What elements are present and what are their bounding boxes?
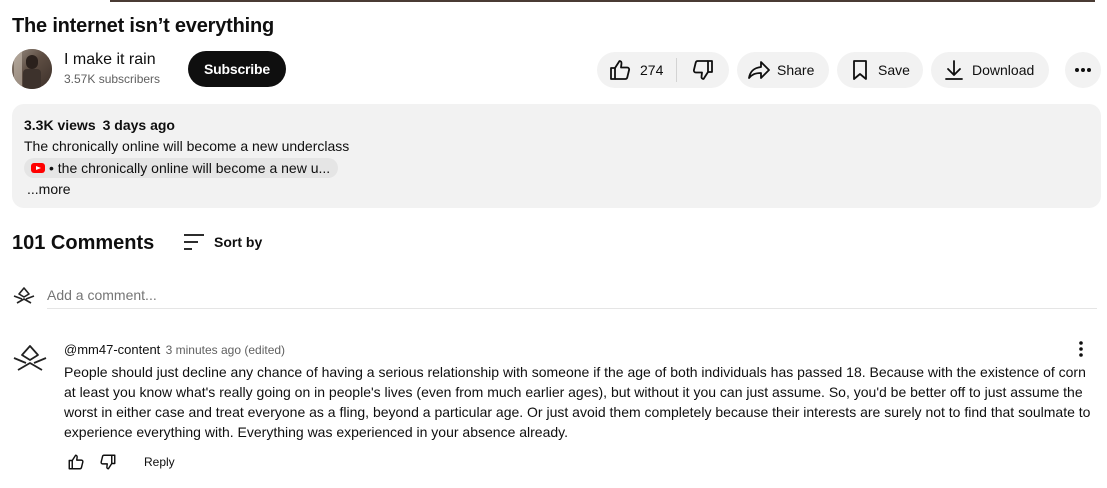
linked-video-chip[interactable]: • the chronically online will become a n… bbox=[24, 158, 339, 178]
channel-owner-row: I make it rain 3.57K subscribers Subscri… bbox=[12, 48, 286, 90]
thumbs-up-icon bbox=[68, 454, 84, 470]
like-dislike-group: 274 bbox=[597, 52, 729, 88]
thumbs-down-icon bbox=[691, 58, 715, 82]
channel-name[interactable]: I make it rain bbox=[64, 50, 160, 70]
share-arrow-icon bbox=[747, 58, 771, 82]
comment-like-button[interactable] bbox=[64, 452, 88, 472]
sort-lines-icon bbox=[182, 232, 206, 252]
download-button[interactable]: Download bbox=[931, 52, 1049, 88]
subscribe-button[interactable]: Subscribe bbox=[188, 51, 286, 87]
subscriber-count: 3.57K subscribers bbox=[64, 72, 161, 86]
thumbs-down-icon bbox=[100, 454, 116, 470]
show-more-link[interactable]: ...more bbox=[27, 179, 1089, 199]
comment-dislike-button[interactable] bbox=[96, 452, 120, 472]
comment-menu-button[interactable] bbox=[1074, 340, 1088, 358]
share-label: Share bbox=[777, 62, 815, 78]
thumbs-up-icon bbox=[608, 58, 632, 82]
view-count: 3.3K views bbox=[24, 117, 96, 133]
description-text: The chronically online will become a new… bbox=[24, 138, 350, 154]
share-button[interactable]: Share bbox=[737, 52, 829, 88]
linked-video-title: • the chronically online will become a n… bbox=[49, 160, 331, 176]
comment-timestamp[interactable]: 3 minutes ago (edited) bbox=[166, 343, 285, 357]
download-label: Download bbox=[972, 62, 1035, 78]
video-title: The internet isn’t everything bbox=[12, 15, 275, 37]
add-comment-row bbox=[12, 282, 1102, 310]
download-icon bbox=[942, 58, 966, 82]
like-count: 274 bbox=[640, 62, 664, 78]
sort-by-button[interactable]: Sort by bbox=[182, 232, 262, 252]
youtube-logo-icon bbox=[31, 163, 45, 173]
comments-header: 101 Comments bbox=[12, 232, 154, 255]
channel-avatar[interactable] bbox=[12, 49, 52, 89]
comment-header: @mm47-content 3 minutes ago (edited) bbox=[64, 342, 285, 358]
comment-actions: Reply bbox=[64, 452, 175, 472]
more-horiz-icon bbox=[1074, 67, 1092, 73]
more-vert-icon bbox=[1079, 341, 1083, 357]
channel-info: I make it rain 3.57K subscribers bbox=[64, 50, 160, 88]
bookmark-icon bbox=[848, 58, 872, 82]
comment-author[interactable]: @mm47-content bbox=[64, 342, 160, 357]
upload-date: 3 days ago bbox=[102, 117, 175, 133]
video-player-bottom-edge bbox=[110, 0, 1095, 2]
save-label: Save bbox=[878, 62, 910, 78]
more-actions-button[interactable] bbox=[1065, 52, 1101, 88]
comments-count: 101 Comments bbox=[12, 232, 155, 254]
comment-author-avatar[interactable] bbox=[12, 344, 48, 374]
dislike-button[interactable] bbox=[677, 52, 729, 88]
description-meta: 3.3K views 3 days ago bbox=[24, 116, 1089, 134]
comment-text: People should just decline any chance of… bbox=[64, 364, 1091, 440]
sort-by-label: Sort by bbox=[214, 234, 263, 250]
like-button[interactable]: 274 bbox=[597, 52, 676, 88]
current-user-avatar bbox=[12, 286, 36, 306]
save-button[interactable]: Save bbox=[837, 52, 923, 88]
comment-reply-button[interactable]: Reply bbox=[144, 455, 175, 469]
description-box[interactable]: 3.3K views 3 days ago The chronically onl… bbox=[12, 104, 1101, 208]
add-comment-input[interactable] bbox=[47, 282, 1097, 309]
